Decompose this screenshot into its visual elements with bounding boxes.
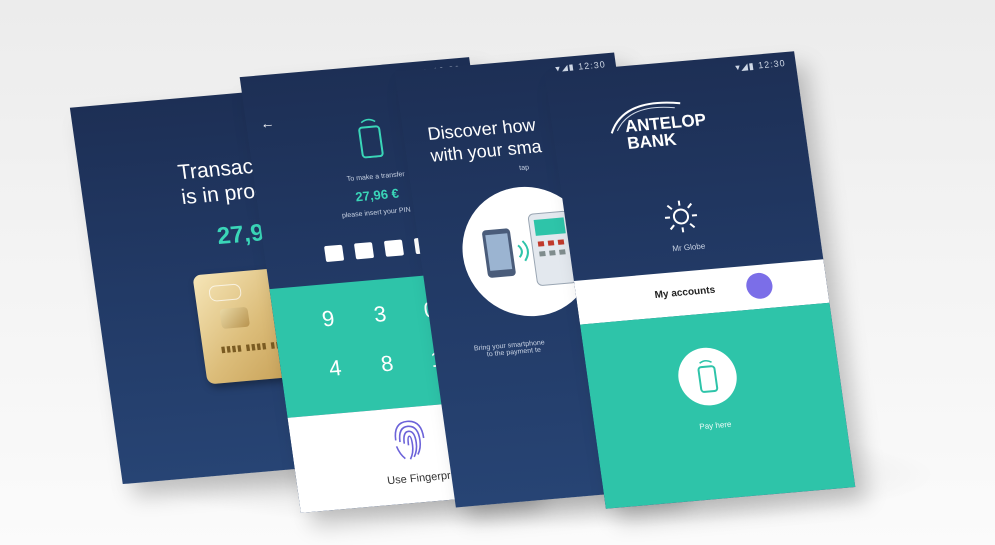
status-bar: ▾◢▮ 12:30 [735, 58, 787, 73]
fingerprint-icon[interactable] [386, 414, 432, 463]
keypad-key-4[interactable]: 4 [327, 355, 343, 382]
discover-sub: tap [518, 164, 530, 173]
keypad-key-8[interactable]: 8 [379, 351, 395, 378]
sun-icon [664, 200, 698, 233]
pin-digit-box[interactable] [324, 244, 345, 263]
pin-digit-box[interactable] [353, 242, 375, 260]
back-arrow-icon[interactable]: ← [259, 114, 275, 131]
discover-caption: Bring your smartphone to the payment te [474, 339, 547, 359]
fingerprint-label: Use Fingerpr [386, 469, 452, 488]
accounts-avatar-icon[interactable] [744, 271, 775, 300]
keypad-key-3[interactable]: 3 [372, 301, 388, 328]
phone-nfc-icon [697, 359, 719, 393]
transfer-caption: To make a transfer [346, 171, 406, 184]
greeting-text: Mr Globe [671, 241, 706, 254]
bank-logo: ANTELOP BANK [624, 110, 710, 153]
pay-label: Pay here [698, 419, 733, 432]
card-logo-icon [208, 283, 243, 302]
pin-digit-box[interactable] [383, 239, 405, 257]
pay-button[interactable] [674, 345, 741, 408]
status-icons: ▾◢▮ [734, 60, 756, 73]
card-chip-icon [219, 306, 251, 330]
mockup-stage: ▾◢▮ 12:30 Transact is in prog 27,96 ▮▮▮▮… [0, 0, 995, 545]
accounts-label: My accounts [653, 284, 716, 301]
phone-nfc-icon [358, 118, 384, 159]
pin-caption: please insert your PIN [341, 206, 412, 220]
status-time: 12:30 [757, 58, 787, 71]
keypad-key-9[interactable]: 9 [320, 306, 336, 333]
discover-title: Discover how with your sma [426, 113, 543, 166]
pin-amount: 27,96 € [354, 185, 400, 205]
pay-panel: Pay here [580, 302, 856, 509]
